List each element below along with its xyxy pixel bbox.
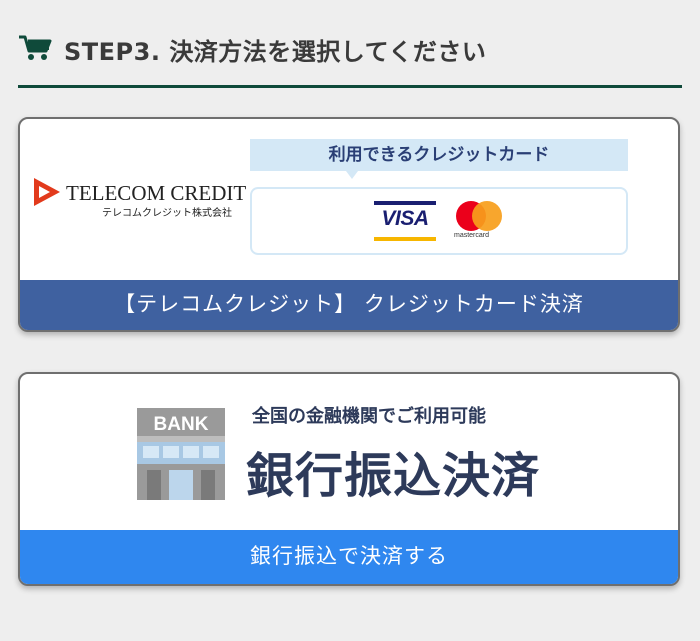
card-brands-box: VISA mastercard xyxy=(250,187,628,255)
bank-title: 銀行振込決済 xyxy=(246,448,541,504)
visa-text: VISA xyxy=(381,207,429,230)
mastercard-logo: mastercard xyxy=(454,201,504,243)
step-header: STEP3. 決済方法を選択してください xyxy=(18,26,682,88)
visa-top-stripe xyxy=(374,201,436,205)
telecom-credit-logo: TELECOM CREDIT テレコムクレジット株式会社 xyxy=(32,177,252,219)
available-cards-banner: 利用できるクレジットカード xyxy=(250,139,628,179)
mastercard-text: mastercard xyxy=(454,232,490,239)
mastercard-yellow-circle xyxy=(472,201,502,231)
banner-arrow xyxy=(346,171,358,179)
cart-icon xyxy=(19,35,52,60)
telecom-credit-mark-icon xyxy=(34,178,60,206)
bank-transfer-button[interactable]: 銀行振込で決済する xyxy=(20,530,678,584)
bank-building-icon: BANK xyxy=(137,408,225,500)
telecom-credit-company: テレコムクレジット株式会社 xyxy=(102,208,232,219)
page-title: STEP3. 決済方法を選択してください xyxy=(64,38,487,66)
visa-logo: VISA xyxy=(374,201,436,241)
visa-bottom-stripe xyxy=(374,237,436,241)
available-cards-label: 利用できるクレジットカード xyxy=(328,145,550,165)
telecom-credit-name: TELECOM CREDIT xyxy=(66,181,247,205)
bank-transfer-payment-option[interactable]: BANK 全国の金融機関でご利用可能 銀行振込決済 銀行振込で決済する xyxy=(18,372,680,586)
bank-subtitle: 全国の金融機関でご利用可能 xyxy=(252,406,486,427)
bank-sign-text: BANK xyxy=(154,414,209,435)
credit-card-payment-button[interactable]: 【テレコムクレジット】 クレジットカード決済 xyxy=(20,280,678,330)
credit-card-payment-option[interactable]: TELECOM CREDIT テレコムクレジット株式会社 利用できるクレジットカ… xyxy=(18,117,680,332)
